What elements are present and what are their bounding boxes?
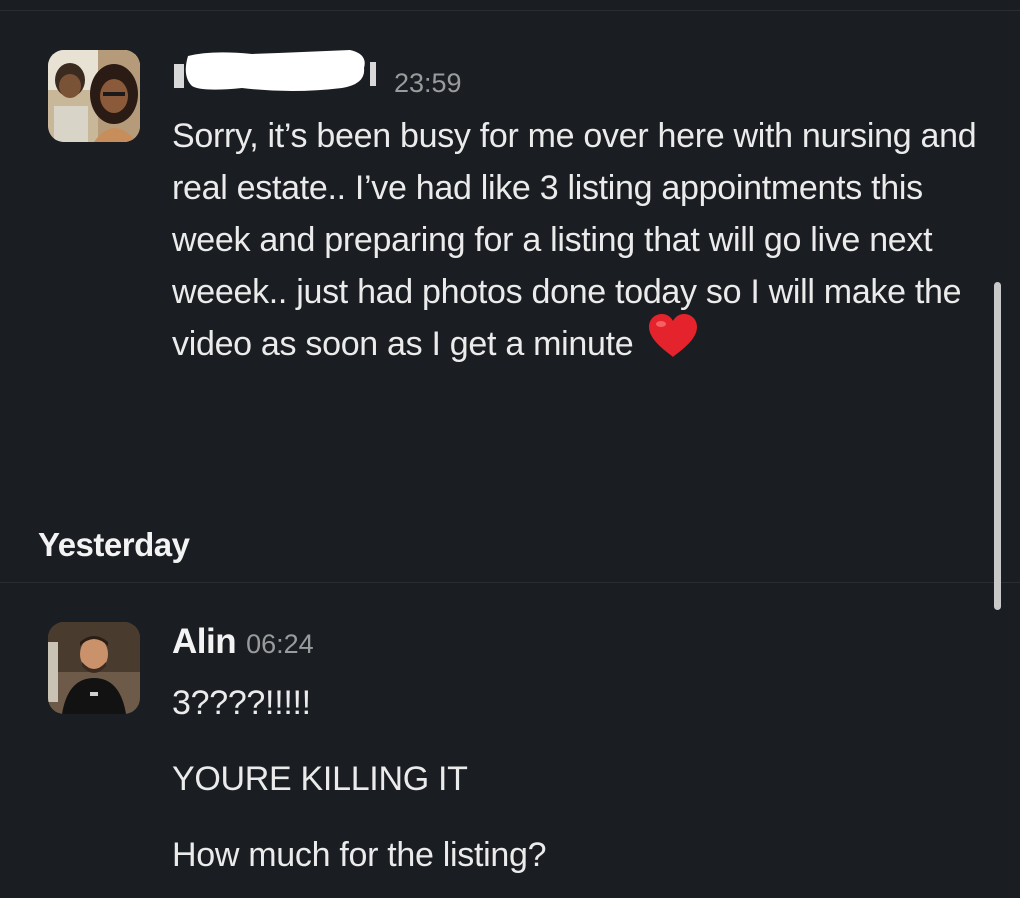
message-line: How much for the listing? [172, 836, 547, 874]
message-timestamp[interactable]: 23:59 [394, 68, 462, 99]
message-text: Sorry, it’s been busy for me over here w… [172, 110, 982, 374]
redacted-sender-name [172, 50, 380, 92]
message-line: YOURE KILLING IT [172, 760, 468, 798]
avatar[interactable] [48, 622, 140, 714]
top-divider [0, 10, 1020, 11]
avatar-photo [48, 622, 140, 714]
day-separator-label[interactable]: Yesterday [38, 526, 190, 564]
message-line: 3????!!!!! [172, 684, 311, 722]
scrollbar[interactable] [994, 282, 1001, 610]
message-text-content: Sorry, it’s been busy for me over here w… [172, 117, 977, 363]
red-heart-icon [647, 313, 699, 374]
day-divider [0, 582, 1020, 583]
avatar[interactable] [48, 50, 140, 142]
sender-name[interactable]: Alin [172, 622, 237, 662]
avatar-photo [48, 50, 140, 142]
message-timestamp[interactable]: 06:24 [246, 629, 314, 660]
message-header: Alin 06:24 [172, 622, 980, 666]
message-header: 23:59 [172, 50, 980, 98]
